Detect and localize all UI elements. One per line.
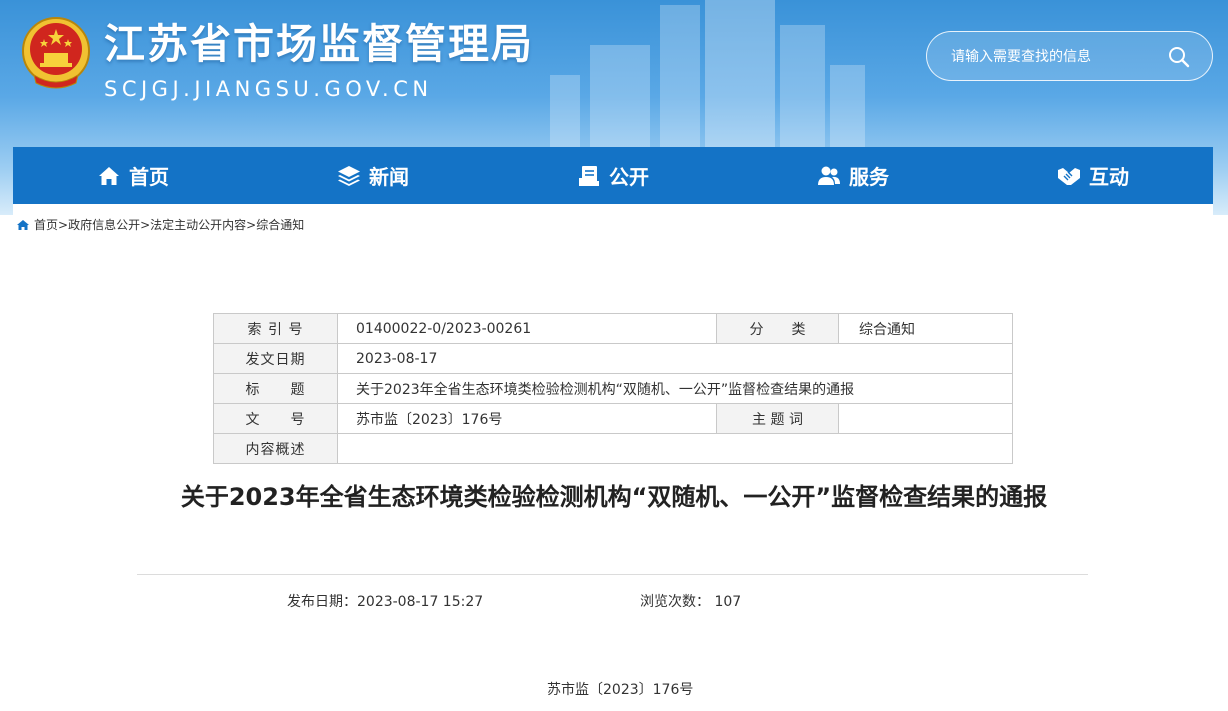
skyline-building — [590, 45, 650, 155]
summary-label: 内容概述 — [213, 433, 338, 464]
index-value: 01400022-0/2023-00261 — [337, 313, 717, 344]
search-input[interactable] — [951, 45, 1161, 69]
meta-row: 标 题 关于2023年全省生态环境类检验检测机构“双随机、一公开”监督检查结果的… — [213, 373, 1013, 404]
publish-date: 发布日期：2023-08-17 15:27 — [287, 594, 484, 610]
site-title: 江苏省市场监督管理局 — [104, 20, 534, 68]
divider — [137, 574, 1088, 575]
breadcrumb-notice[interactable]: 综合通知 — [256, 216, 304, 233]
nav-item-label: 互动 — [1089, 165, 1129, 189]
skyline-building — [705, 0, 775, 155]
breadcrumb-separator: > — [58, 217, 69, 232]
meta-row: 索 引 号 01400022-0/2023-00261 分 类 综合通知 — [213, 313, 1013, 344]
nav-item-label: 服务 — [849, 165, 889, 189]
article-title: 关于2023年全省生态环境类检验检测机构“双随机、一公开”监督检查结果的通报 — [180, 483, 1048, 511]
summary-value — [337, 433, 1013, 464]
meta-row: 发文日期 2023-08-17 — [213, 343, 1013, 374]
site-domain: SCJGJ.JIANGSU.GOV.CN — [104, 77, 433, 101]
view-count: 浏览次数： 107 — [640, 594, 742, 610]
meta-row: 文 号 苏市监〔2023〕176号 主 题 词 — [213, 403, 1013, 434]
category-value: 综合通知 — [838, 313, 1013, 344]
docno-value: 苏市监〔2023〕176号 — [337, 403, 717, 434]
nav-item-label: 首页 — [129, 165, 169, 189]
date-value: 2023-08-17 — [337, 343, 1013, 374]
title-label: 标 题 — [213, 373, 338, 404]
nav-item-service[interactable]: 服务 — [733, 147, 973, 204]
home-icon — [99, 166, 119, 185]
breadcrumb-home[interactable]: 首页 — [34, 216, 58, 233]
breadcrumb-statutory[interactable]: 法定主动公开内容 — [150, 216, 246, 233]
document-icon — [579, 165, 599, 186]
docno-label: 文 号 — [213, 403, 338, 434]
national-emblem-icon — [22, 17, 90, 89]
main-nav: 首页 新闻 公开 服务 互动 — [13, 147, 1213, 204]
home-icon — [17, 219, 29, 230]
breadcrumb-separator: > — [140, 217, 151, 232]
title-value: 关于2023年全省生态环境类检验检测机构“双随机、一公开”监督检查结果的通报 — [337, 373, 1013, 404]
keywords-value — [838, 403, 1013, 434]
breadcrumb-gov-info[interactable]: 政府信息公开 — [68, 216, 140, 233]
nav-item-label: 公开 — [609, 165, 649, 189]
breadcrumb-separator: > — [246, 217, 257, 232]
nav-item-interact[interactable]: 互动 — [973, 147, 1213, 204]
skyline-building — [830, 65, 865, 155]
document-meta-table: 索 引 号 01400022-0/2023-00261 分 类 综合通知 发文日… — [213, 313, 1013, 464]
meta-row: 内容概述 — [213, 433, 1013, 464]
nav-item-news[interactable]: 新闻 — [253, 147, 493, 204]
doc-number: 苏市监〔2023〕176号 — [547, 682, 694, 698]
search-box — [926, 31, 1213, 81]
index-label: 索 引 号 — [213, 313, 338, 344]
skyline-building — [780, 25, 825, 155]
nav-item-label: 新闻 — [369, 165, 409, 189]
search-icon[interactable] — [1167, 45, 1191, 69]
skyline-building — [550, 75, 580, 155]
nav-item-public[interactable]: 公开 — [493, 147, 733, 204]
users-icon — [818, 166, 840, 185]
layers-icon — [338, 165, 360, 186]
nav-item-home[interactable]: 首页 — [13, 147, 253, 204]
keywords-label: 主 题 词 — [716, 403, 839, 434]
date-label: 发文日期 — [213, 343, 338, 374]
handshake-icon — [1058, 167, 1080, 185]
breadcrumb: 首页 > 政府信息公开 > 法定主动公开内容 > 综合通知 — [16, 216, 304, 233]
category-label: 分 类 — [716, 313, 839, 344]
skyline-building — [660, 5, 700, 155]
